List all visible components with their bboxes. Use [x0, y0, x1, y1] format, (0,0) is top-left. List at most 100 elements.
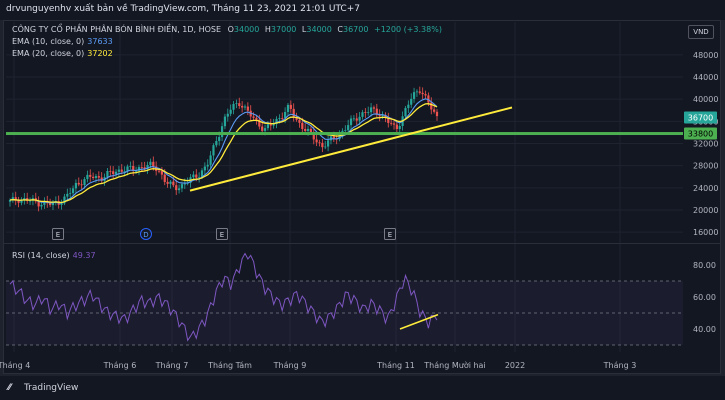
candle-body — [223, 116, 227, 127]
candle-body — [183, 183, 186, 185]
candle-body — [218, 137, 221, 142]
price-axis-label: 48000 — [693, 51, 718, 60]
price-axis-label: 20000 — [693, 206, 718, 215]
open-value: 34000 — [233, 25, 260, 34]
candle-body — [160, 171, 163, 175]
candles-group — [8, 86, 439, 212]
time-axis-label: Tháng 9 — [273, 361, 307, 370]
time-axis-label: Tháng 6 — [103, 361, 137, 370]
candle-body — [220, 126, 224, 138]
rsi-axis-label: 40.00 — [693, 325, 716, 334]
ema20-legend[interactable]: EMA (20, close, 0) 37202 — [12, 49, 113, 58]
candle-body — [324, 146, 327, 148]
candle-body — [169, 181, 172, 184]
candle-body — [235, 103, 238, 105]
candle-body — [352, 118, 355, 120]
candle-body — [286, 104, 290, 113]
candle-body — [40, 204, 43, 207]
candle-body — [433, 109, 436, 112]
support-price-tag: 33800 — [688, 130, 713, 139]
candle-body — [120, 169, 123, 172]
candle-body — [238, 103, 241, 106]
symbol-legend: CÔNG TY CỔ PHẦN PHÂN BÓN BÌNH ĐIỀN, 1D, … — [12, 25, 442, 34]
candle-body — [86, 174, 89, 180]
candle-body — [69, 193, 72, 194]
candle-body — [266, 124, 270, 129]
time-axis-label: Tháng Mười hai — [423, 360, 485, 370]
ema10-value: 37633 — [87, 37, 113, 46]
candle-body — [415, 91, 419, 93]
candle-body — [301, 122, 304, 130]
candle-body — [66, 193, 69, 197]
candle-body — [140, 167, 143, 168]
candle-body — [229, 109, 232, 114]
candle-body — [232, 103, 235, 110]
rsi-axis-label: 80.00 — [693, 261, 716, 270]
price-axis-label: 32000 — [693, 140, 718, 149]
candle-body — [306, 128, 310, 132]
candle-body — [215, 141, 218, 146]
chart-svg[interactable]: 4800044000400003600032000280002400020000… — [0, 0, 725, 400]
candle-body — [152, 161, 155, 167]
candle-body — [392, 123, 396, 125]
candle-body — [74, 182, 78, 189]
candle-body — [123, 171, 126, 172]
candle-body — [77, 182, 80, 185]
dividend-marker-label: D — [143, 231, 148, 239]
currency-badge[interactable]: VND — [688, 25, 714, 39]
candle-body — [157, 170, 161, 172]
footer-bar — [0, 376, 725, 400]
candle-body — [114, 171, 118, 174]
rsi-value: 49.37 — [72, 251, 96, 260]
price-axis-label: 40000 — [693, 95, 718, 104]
ema10-label: EMA (10, close, 0) — [12, 37, 85, 46]
candle-body — [83, 179, 86, 185]
candle-body — [203, 166, 206, 171]
candle-body — [412, 92, 416, 99]
candle-body — [421, 92, 424, 95]
candle-body — [209, 155, 212, 165]
candle-body — [246, 106, 249, 111]
candle-body — [367, 112, 370, 113]
candle-body — [241, 105, 244, 108]
low-value: 34000 — [306, 25, 332, 34]
candle-body — [97, 176, 100, 178]
price-axis-label: 28000 — [693, 162, 718, 171]
rsi-legend[interactable]: RSI (14, close) 49.37 — [12, 251, 96, 260]
candle-body — [410, 98, 413, 105]
ema10-legend[interactable]: EMA (10, close, 0) 37633 — [12, 37, 113, 46]
earnings-marker-label: E — [220, 231, 224, 239]
candle-body — [347, 125, 350, 131]
tradingview-brand[interactable]: ⁄⁄ TradingView — [8, 383, 78, 393]
candle-body — [117, 169, 120, 172]
candle-body — [149, 161, 152, 165]
candle-body — [398, 125, 401, 130]
candle-body — [212, 145, 215, 156]
candle-body — [255, 117, 258, 120]
symbol-name: CÔNG TY CỔ PHẦN PHÂN BÓN BÌNH ĐIỀN, 1D, … — [12, 25, 222, 34]
candle-body — [92, 176, 95, 178]
ema20-value: 37202 — [87, 49, 113, 58]
time-axis-label: Tháng 4 — [0, 361, 30, 370]
time-axis-label: Tháng 7 — [155, 361, 189, 370]
candle-body — [28, 200, 32, 202]
candle-body — [175, 185, 178, 191]
candle-body — [172, 181, 175, 186]
price-axis-label: 44000 — [693, 73, 718, 82]
candle-body — [261, 126, 264, 131]
candle-body — [166, 181, 169, 184]
rsi-axis-label: 60.00 — [693, 293, 716, 302]
candle-body — [424, 94, 427, 96]
candle-body — [418, 91, 421, 93]
candle-body — [94, 176, 98, 178]
candle-body — [126, 166, 129, 172]
candle-body — [344, 130, 347, 132]
close-value: 36700 — [342, 25, 369, 34]
candle-body — [407, 104, 410, 109]
candle-body — [364, 112, 367, 114]
candle-body — [263, 128, 267, 131]
brand-name: TradingView — [24, 383, 79, 393]
price-axis-label: 24000 — [693, 184, 718, 193]
candle-body — [112, 171, 115, 174]
candle-body — [361, 112, 364, 117]
